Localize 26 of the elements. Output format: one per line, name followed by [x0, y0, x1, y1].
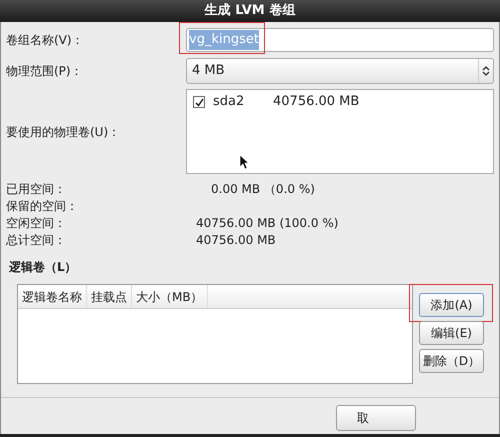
- spinner-icon: [482, 65, 490, 77]
- field-label: 要使用的物理卷(U)：: [6, 124, 122, 140]
- stat-label: 保留的空间：: [6, 198, 79, 214]
- field-label: 物理范围(P)：: [6, 63, 84, 80]
- volume-action-button[interactable]: 删除（D）: [419, 349, 484, 373]
- stat-label: 总计空间：: [6, 232, 67, 248]
- stat-value: 40756.00 MB: [196, 232, 276, 248]
- cursor-icon: [239, 154, 249, 170]
- section-title: 逻辑卷（L）: [9, 259, 78, 276]
- column-header[interactable]: 大小（MB）: [132, 285, 208, 308]
- volume-action-button[interactable]: 添加(A): [419, 293, 484, 317]
- range-dropdown[interactable]: 4 MB: [186, 58, 494, 84]
- volume-name: sda2: [213, 93, 246, 112]
- field-label: 卷组名称(V)：: [6, 32, 85, 49]
- stat-value: 40756.00 MB (100.0 %): [196, 214, 338, 232]
- window-title: 生成 LVM 卷组: [0, 0, 500, 22]
- stat-label: 已用空间：: [6, 180, 67, 198]
- checkbox[interactable]: [193, 96, 205, 108]
- stat-value: 0.00 MB （0.0 %): [210, 180, 315, 198]
- column-header[interactable]: 逻辑卷名称: [18, 285, 87, 308]
- stat-label: 空闲空间：: [6, 214, 67, 232]
- volume-action-button[interactable]: 编辑(E): [419, 321, 484, 345]
- field-value: vg_kingset: [189, 30, 259, 50]
- cancel-button[interactable]: 取: [336, 405, 416, 431]
- column-header[interactable]: 挂载点: [87, 285, 132, 308]
- volume-size: 40756.00 MB: [273, 93, 360, 112]
